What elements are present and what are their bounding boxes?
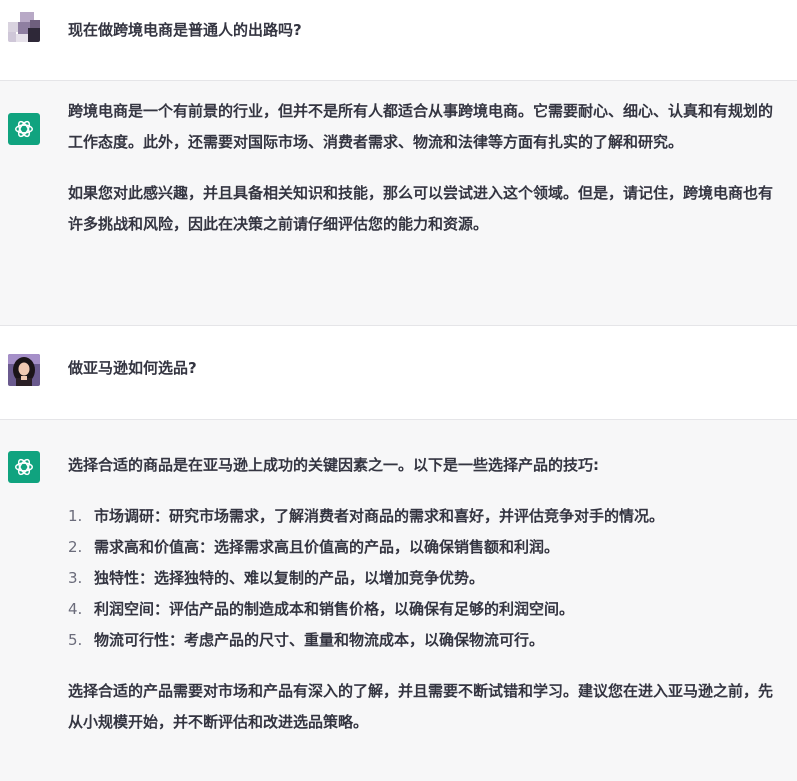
tips-list: 1. 市场调研：研究市场需求，了解消费者对商品的需求和喜好，并评估竞争对手的情况… [68, 501, 787, 656]
assistant-avatar [8, 451, 40, 483]
openai-logo-icon [15, 458, 33, 476]
assistant-avatar [8, 113, 40, 145]
openai-logo-icon [15, 120, 33, 138]
list-item-text: 需求高和价值高：选择需求高且价值高的产品，以确保销售额和利润。 [94, 538, 560, 556]
answer-paragraph-1: 跨境电商是一个有前景的行业，但并不是所有人都适合从事跨境电商。它需要耐心、细心、… [68, 102, 774, 151]
user-message-text: 做亚马逊如何选品? [68, 353, 787, 384]
list-item-number: 2. [68, 538, 83, 556]
list-item-number: 3. [68, 569, 83, 587]
answer-intro: 选择合适的商品是在亚马逊上成功的关键因素之一。以下是一些选择产品的技巧: [68, 456, 600, 474]
list-item: 1. 市场调研：研究市场需求，了解消费者对商品的需求和喜好，并评估竞争对手的情况… [68, 501, 787, 532]
user-message-1: 现在做跨境电商是普通人的出路吗? [0, 0, 797, 81]
list-item: 5. 物流可行性：考虑产品的尺寸、重量和物流成本，以确保物流可行。 [68, 625, 787, 656]
answer-outro: 选择合适的产品需要对市场和产品有深入的了解，并且需要不断试错和学习。建议您在进入… [68, 682, 774, 731]
list-item-number: 1. [68, 507, 83, 525]
user-avatar-blurred [8, 10, 40, 42]
answer-paragraph-2: 如果您对此感兴趣，并且具备相关知识和技能，那么可以尝试进入这个领域。但是，请记住… [68, 184, 774, 233]
assistant-message-1: 跨境电商是一个有前景的行业，但并不是所有人都适合从事跨境电商。它需要耐心、细心、… [0, 81, 797, 326]
pixelated-avatar-icon [8, 10, 40, 42]
assistant-message-2: 选择合适的商品是在亚马逊上成功的关键因素之一。以下是一些选择产品的技巧: 1. … [0, 420, 797, 781]
list-item-text: 独特性：选择独特的、难以复制的产品，以增加竞争优势。 [94, 569, 485, 587]
question-text: 做亚马逊如何选品? [68, 359, 197, 377]
assistant-message-text: 选择合适的商品是在亚马逊上成功的关键因素之一。以下是一些选择产品的技巧: 1. … [68, 450, 787, 738]
user-avatar-photo [8, 354, 40, 386]
list-item-text: 利润空间：评估产品的制造成本和销售价格，以确保有足够的利润空间。 [94, 600, 575, 618]
list-item: 3. 独特性：选择独特的、难以复制的产品，以增加竞争优势。 [68, 563, 787, 594]
list-item-number: 4. [68, 600, 83, 618]
question-text: 现在做跨境电商是普通人的出路吗? [68, 21, 302, 39]
list-item: 4. 利润空间：评估产品的制造成本和销售价格，以确保有足够的利润空间。 [68, 594, 787, 625]
user-message-text: 现在做跨境电商是普通人的出路吗? [68, 15, 787, 46]
list-item-text: 物流可行性：考虑产品的尺寸、重量和物流成本，以确保物流可行。 [94, 631, 545, 649]
user-message-2: 做亚马逊如何选品? [0, 326, 797, 420]
list-item-number: 5. [68, 631, 83, 649]
list-item-text: 市场调研：研究市场需求，了解消费者对商品的需求和喜好，并评估竞争对手的情况。 [94, 507, 665, 525]
user-photo-avatar-icon [8, 354, 40, 386]
list-item: 2. 需求高和价值高：选择需求高且价值高的产品，以确保销售额和利润。 [68, 532, 787, 563]
assistant-message-text: 跨境电商是一个有前景的行业，但并不是所有人都适合从事跨境电商。它需要耐心、细心、… [68, 96, 787, 240]
